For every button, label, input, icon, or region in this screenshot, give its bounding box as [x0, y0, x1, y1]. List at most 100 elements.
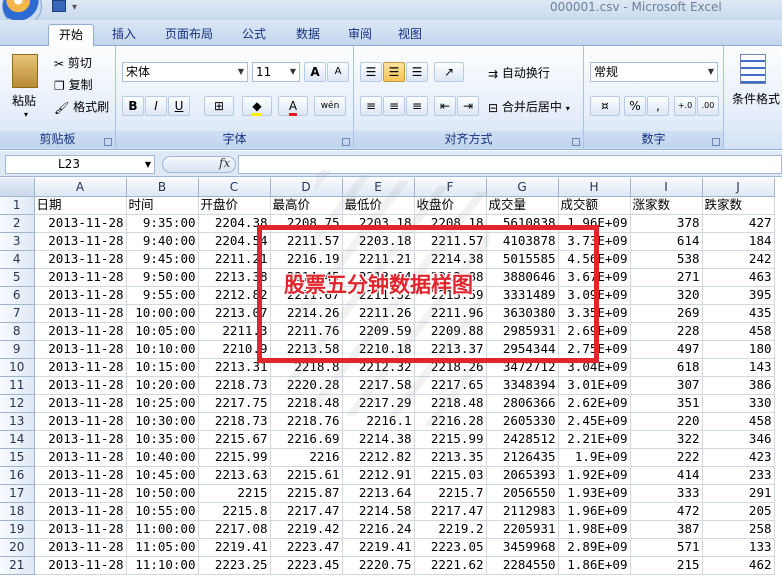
table-cell[interactable]: 2013-11-28	[34, 322, 127, 341]
comma-button[interactable]: ,	[647, 96, 669, 116]
table-cell[interactable]: 2013-11-28	[34, 304, 127, 323]
table-cell[interactable]: 2216.28	[414, 412, 487, 431]
orientation-button[interactable]: ↗	[434, 62, 464, 82]
clipboard-launcher-icon[interactable]	[104, 138, 112, 146]
table-cell[interactable]: 2216.69	[270, 430, 343, 449]
table-cell[interactable]: 2212.82	[198, 286, 271, 305]
table-cell[interactable]: 2217.75	[198, 394, 271, 413]
table-cell[interactable]: 2223.25	[198, 556, 271, 575]
wrap-text-button[interactable]: ⇉ 自动换行	[488, 64, 550, 81]
save-icon[interactable]	[52, 0, 66, 12]
row-header[interactable]: 19	[0, 520, 35, 539]
table-cell[interactable]: 378	[630, 214, 703, 233]
table-cell[interactable]: 11:10:00	[126, 556, 199, 575]
table-cell[interactable]: 2209.59	[342, 322, 415, 341]
table-cell[interactable]: 3630380	[486, 304, 559, 323]
table-cell[interactable]: 1.96E+09	[558, 502, 631, 521]
table-cell[interactable]: 2.45E+09	[558, 412, 631, 431]
grow-font-button[interactable]: A	[304, 62, 326, 82]
table-cell[interactable]: 2213.63	[198, 466, 271, 485]
row-header[interactable]: 18	[0, 502, 35, 521]
table-cell[interactable]: 4.56E+09	[558, 250, 631, 269]
row-header[interactable]: 12	[0, 394, 35, 413]
table-cell[interactable]: 2217.47	[270, 502, 343, 521]
table-cell[interactable]: 2215.61	[270, 466, 343, 485]
table-cell[interactable]: 2218.73	[198, 376, 271, 395]
table-cell[interactable]: 11:05:00	[126, 538, 199, 557]
phonetic-button[interactable]: wén	[314, 96, 346, 116]
table-cell[interactable]: 2.75E+09	[558, 340, 631, 359]
table-cell[interactable]: 2213.58	[270, 340, 343, 359]
table-cell[interactable]: 2213.38	[198, 268, 271, 287]
table-cell[interactable]: 2013-11-28	[34, 484, 127, 503]
column-header[interactable]: G	[486, 178, 559, 197]
table-cell[interactable]: 2219.41	[342, 538, 415, 557]
underline-button[interactable]: U	[168, 96, 190, 116]
format-painter-button[interactable]: 🖌 格式刷	[54, 98, 109, 115]
fill-color-button[interactable]: ◆	[242, 96, 272, 116]
italic-button[interactable]: I	[145, 96, 167, 116]
table-cell[interactable]: 2215	[198, 484, 271, 503]
table-cell[interactable]: 2218.48	[414, 394, 487, 413]
table-cell[interactable]: 387	[630, 520, 703, 539]
table-cell[interactable]: 3880646	[486, 268, 559, 287]
table-cell[interactable]: 2215.7	[414, 484, 487, 503]
table-cell[interactable]: 2214.38	[414, 250, 487, 269]
table-cell[interactable]: 435	[702, 304, 775, 323]
table-cell[interactable]: 618	[630, 358, 703, 377]
table-cell[interactable]: 4103878	[486, 232, 559, 251]
table-cell[interactable]: 2013-11-28	[34, 430, 127, 449]
tab-data[interactable]: 数据	[288, 24, 328, 46]
row-header[interactable]: 6	[0, 286, 35, 305]
align-middle-button[interactable]: ☰	[383, 62, 405, 82]
table-cell[interactable]: 10:55:00	[126, 502, 199, 521]
column-header[interactable]: I	[630, 178, 703, 197]
table-cell[interactable]: 463	[702, 268, 775, 287]
table-cell[interactable]: 2213.37	[414, 340, 487, 359]
table-cell[interactable]: 2214.58	[342, 502, 415, 521]
table-cell[interactable]: 2013-11-28	[34, 412, 127, 431]
table-cell[interactable]: 9:35:00	[126, 214, 199, 233]
header-cell[interactable]: 时间	[126, 196, 199, 215]
table-cell[interactable]: 2211.57	[414, 232, 487, 251]
table-cell[interactable]: 143	[702, 358, 775, 377]
align-bottom-button[interactable]: ☰	[406, 62, 428, 82]
table-cell[interactable]: 184	[702, 232, 775, 251]
table-cell[interactable]: 472	[630, 502, 703, 521]
tab-page-layout[interactable]: 页面布局	[156, 24, 222, 46]
table-cell[interactable]: 9:50:00	[126, 268, 199, 287]
table-cell[interactable]: 2211.21	[198, 250, 271, 269]
paste-button[interactable]: 粘贴	[12, 92, 36, 109]
table-cell[interactable]: 222	[630, 448, 703, 467]
table-cell[interactable]: 9:45:00	[126, 250, 199, 269]
table-cell[interactable]: 2213.35	[414, 448, 487, 467]
table-cell[interactable]: 2605330	[486, 412, 559, 431]
table-cell[interactable]: 2056550	[486, 484, 559, 503]
table-cell[interactable]: 2.21E+09	[558, 430, 631, 449]
table-cell[interactable]: 2212.91	[342, 466, 415, 485]
table-cell[interactable]: 2.62E+09	[558, 394, 631, 413]
table-cell[interactable]: 2205931	[486, 520, 559, 539]
table-cell[interactable]: 2219.42	[270, 520, 343, 539]
table-cell[interactable]: 322	[630, 430, 703, 449]
bold-button[interactable]: B	[122, 96, 144, 116]
row-header[interactable]: 2	[0, 214, 35, 233]
table-cell[interactable]: 2215.99	[198, 448, 271, 467]
table-cell[interactable]: 2213.07	[198, 304, 271, 323]
header-cell[interactable]: 日期	[34, 196, 127, 215]
table-cell[interactable]: 2219.41	[198, 538, 271, 557]
table-cell[interactable]: 5015585	[486, 250, 559, 269]
table-cell[interactable]: 2065393	[486, 466, 559, 485]
table-cell[interactable]: 346	[702, 430, 775, 449]
table-cell[interactable]: 2013-11-28	[34, 286, 127, 305]
table-cell[interactable]: 3459968	[486, 538, 559, 557]
table-cell[interactable]: 242	[702, 250, 775, 269]
table-cell[interactable]: 2218.26	[414, 358, 487, 377]
table-cell[interactable]: 2215.03	[414, 466, 487, 485]
table-cell[interactable]: 2220.28	[270, 376, 343, 395]
align-right-button[interactable]: ≡	[406, 96, 428, 116]
table-cell[interactable]: 10:00:00	[126, 304, 199, 323]
table-cell[interactable]: 2213.64	[342, 484, 415, 503]
table-cell[interactable]: 2210.18	[342, 340, 415, 359]
row-header[interactable]: 17	[0, 484, 35, 503]
